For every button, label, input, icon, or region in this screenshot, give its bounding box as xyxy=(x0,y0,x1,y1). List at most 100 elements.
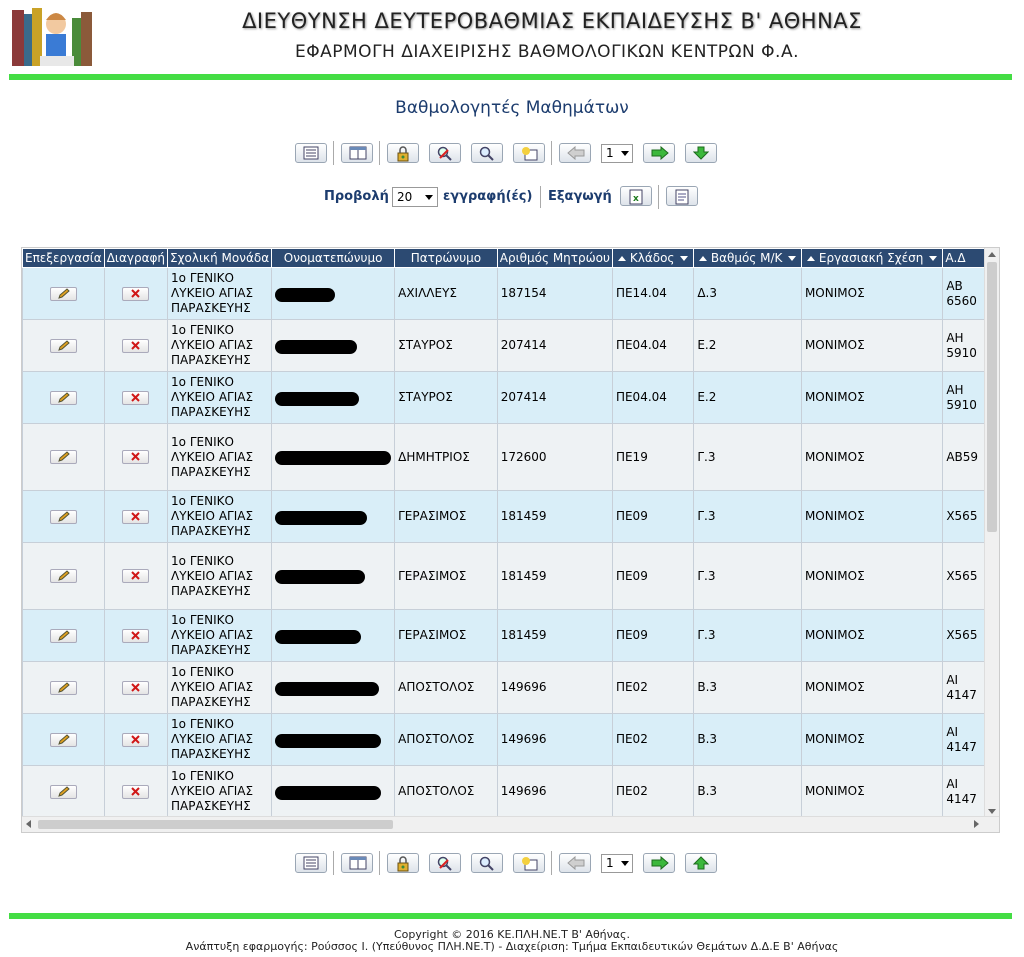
export-excel-button[interactable]: x xyxy=(620,186,652,206)
records-per-page-select[interactable]: 20 xyxy=(392,187,438,207)
excel-icon: x xyxy=(629,189,643,205)
col-header-id[interactable]: Α.Δ xyxy=(942,248,987,268)
delete-button[interactable] xyxy=(122,286,150,301)
col-header-relation[interactable]: Εργασιακή Σχέση xyxy=(800,248,944,268)
scroll-down-arrow-icon[interactable] xyxy=(988,809,996,814)
page-select[interactable]: 1 xyxy=(601,854,633,873)
scroll-up-arrow-icon[interactable] xyxy=(988,252,996,257)
table-row: 1ο ΓΕΝΙΚΟ ΛΥΚΕΙΟ ΑΓΙΑΣ ΠΑΡΑΣΚΕΥΗΣ ΣΤΑΥΡΟΣ 20… xyxy=(22,319,987,372)
clear-search-button[interactable] xyxy=(429,143,461,163)
grade-cell: Β.3 xyxy=(693,713,802,766)
edit-button[interactable] xyxy=(49,784,77,799)
id-line: Χ565 xyxy=(946,509,978,523)
patronymic-cell: ΓΕΡΑΣΙΜΟΣ xyxy=(394,609,498,662)
next-page-button[interactable] xyxy=(643,853,675,873)
sort-down-icon[interactable] xyxy=(680,256,689,261)
list-button[interactable] xyxy=(295,143,327,163)
col-header-fullname[interactable]: Ονοματεπώνυμο xyxy=(271,248,396,268)
edit-cell xyxy=(22,423,105,491)
scroll-up-button[interactable] xyxy=(685,853,717,873)
prev-page-button[interactable] xyxy=(559,853,591,873)
delete-button[interactable] xyxy=(122,450,150,464)
col-header-registry[interactable]: Αριθμός Μητρώου xyxy=(496,248,613,268)
sort-down-icon[interactable] xyxy=(929,256,938,261)
next-page-button[interactable] xyxy=(643,143,675,163)
search-button[interactable] xyxy=(471,853,503,873)
edit-button[interactable] xyxy=(49,390,77,405)
sort-down-icon[interactable] xyxy=(788,256,797,261)
table-row: 1ο ΓΕΝΙΚΟ ΛΥΚΕΙΟ ΑΓΙΑΣ ΠΑΡΑΣΚΕΥΗΣ ΑΧΙΛΛΕΥΣ 1… xyxy=(22,267,987,320)
patronymic-cell: ΑΠΟΣΤΟΛΟΣ xyxy=(394,661,498,714)
edit-button[interactable] xyxy=(49,450,77,464)
delete-x-icon xyxy=(131,511,141,521)
pencil-icon xyxy=(58,339,70,351)
footer-credits: Ανάπτυξη εφαρμογής: Ρούσσος Ι. (Υπεύθυνο… xyxy=(185,940,839,953)
delete-button[interactable] xyxy=(122,680,150,695)
col-header-grade[interactable]: Βαθμός Μ/Κ xyxy=(693,248,802,268)
edit-cell xyxy=(22,319,105,372)
table-body: 1ο ΓΕΝΙΚΟ ΛΥΚΕΙΟ ΑΓΙΑΣ ΠΑΡΑΣΚΕΥΗΣ ΑΧΙΛΛΕΥΣ 1… xyxy=(22,267,987,818)
col-header-branch[interactable]: Κλάδος xyxy=(611,248,695,268)
header-divider xyxy=(9,74,1012,80)
pencil-icon xyxy=(58,391,70,403)
delete-button[interactable] xyxy=(122,509,150,524)
col-header-patronymic[interactable]: Πατρώνυμο xyxy=(394,248,498,268)
edit-button[interactable] xyxy=(49,680,77,695)
table-view-button[interactable] xyxy=(341,143,373,163)
edit-button[interactable] xyxy=(49,509,77,524)
sort-up-icon[interactable] xyxy=(806,256,815,261)
id-line: 4147 xyxy=(946,739,977,754)
lock-key-button[interactable] xyxy=(387,143,419,163)
vertical-scroll-thumb[interactable] xyxy=(987,262,997,532)
school-line: 1ο ΓΕΝΙΚΟ xyxy=(171,717,234,731)
table-view-button[interactable] xyxy=(341,853,373,873)
registry-cell: 181459 xyxy=(496,490,613,543)
col-header-school[interactable]: Σχολική Μονάδα xyxy=(167,248,273,268)
clear-search-button[interactable] xyxy=(429,853,461,873)
page-select[interactable]: 1 xyxy=(601,144,633,163)
new-record-button[interactable] xyxy=(513,853,545,873)
edit-button[interactable] xyxy=(49,732,77,747)
registry-cell: 181459 xyxy=(496,542,613,610)
col-header-edit: Επεξεργασία xyxy=(22,248,105,268)
prev-page-button[interactable] xyxy=(559,143,591,163)
scroll-right-arrow-icon[interactable] xyxy=(974,820,979,828)
delete-button[interactable] xyxy=(122,784,150,799)
table-view-icon xyxy=(349,146,367,160)
new-record-button[interactable] xyxy=(513,143,545,163)
edit-cell xyxy=(22,267,105,320)
list-button[interactable] xyxy=(295,853,327,873)
delete-button[interactable] xyxy=(122,569,150,583)
horizontal-scroll-thumb[interactable] xyxy=(38,820,393,829)
id-line: 6560 xyxy=(946,293,977,308)
sort-up-icon[interactable] xyxy=(698,256,707,261)
edit-button[interactable] xyxy=(49,569,77,583)
edit-button[interactable] xyxy=(49,286,77,301)
horizontal-scrollbar[interactable] xyxy=(22,816,999,832)
edit-button[interactable] xyxy=(49,628,77,643)
lock-key-button[interactable] xyxy=(387,853,419,873)
edit-cell xyxy=(22,765,105,818)
search-button[interactable] xyxy=(471,143,503,163)
delete-button[interactable] xyxy=(122,338,150,353)
toolbar-separator xyxy=(333,141,334,165)
export-pdf-button[interactable] xyxy=(666,186,698,206)
edit-button[interactable] xyxy=(49,338,77,353)
vertical-scrollbar[interactable] xyxy=(984,248,999,818)
list-icon xyxy=(303,146,319,160)
delete-cell xyxy=(103,542,169,610)
delete-button[interactable] xyxy=(122,628,150,643)
delete-button[interactable] xyxy=(122,390,150,405)
relation-cell: ΜΟΝΙΜΟΣ xyxy=(800,661,944,714)
sort-up-icon[interactable] xyxy=(617,256,626,261)
school-line: ΛΥΚΕΙΟ ΑΓΙΑΣ xyxy=(171,449,254,464)
school-line: ΛΥΚΕΙΟ ΑΓΙΑΣ xyxy=(171,390,254,404)
delete-button[interactable] xyxy=(122,732,150,747)
table-row: 1ο ΓΕΝΙΚΟ ΛΥΚΕΙΟ ΑΓΙΑΣ ΠΑΡΑΣΚΕΥΗΣ ΑΠΟΣΤΟΛΟΣ… xyxy=(22,713,987,766)
school-line: ΛΥΚΕΙΟ ΑΓΙΑΣ xyxy=(171,509,254,523)
app-title-line1: ΔΙΕΥΘΥΝΣΗ ΔΕΥΤΕΡΟΒΑΘΜΙΑΣ ΕΚΠΑΙΔΕΥΣΗΣ Β' … xyxy=(242,9,862,33)
scroll-down-button[interactable] xyxy=(685,143,717,163)
scroll-left-arrow-icon[interactable] xyxy=(26,820,31,828)
pencil-icon xyxy=(58,681,70,693)
fullname-cell xyxy=(271,609,396,662)
